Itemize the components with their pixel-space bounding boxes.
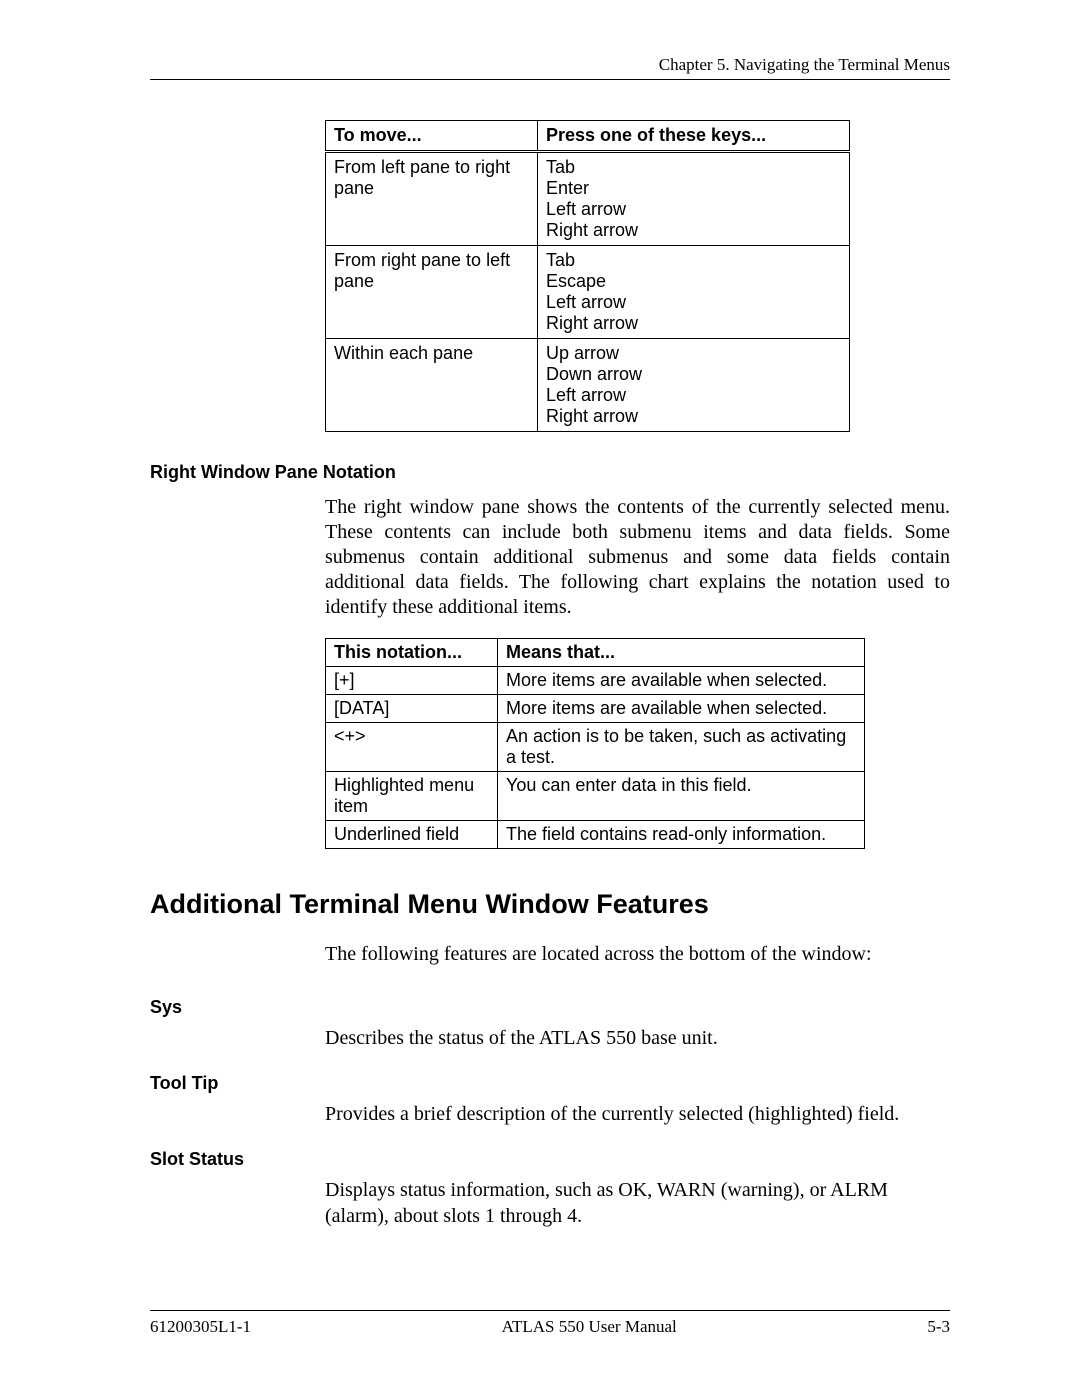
feature-item: Tool Tip Provides a brief description of…	[150, 1073, 950, 1127]
body-paragraph: The following features are located acros…	[325, 942, 950, 967]
footer-doc-number: 61200305L1-1	[150, 1317, 251, 1337]
feature-description: Describes the status of the ATLAS 550 ba…	[325, 997, 718, 1051]
table-cell: More items are available when selected.	[498, 667, 865, 695]
section-heading: Additional Terminal Menu Window Features	[150, 889, 950, 920]
feature-label: Tool Tip	[150, 1073, 325, 1127]
table-cell: Highlighted menu item	[326, 772, 498, 821]
table-cell: An action is to be taken, such as activa…	[498, 723, 865, 772]
feature-description: Provides a brief description of the curr…	[325, 1073, 899, 1127]
chapter-title: Chapter 5. Navigating the Terminal Menus	[659, 55, 950, 74]
document-page: Chapter 5. Navigating the Terminal Menus…	[0, 0, 1080, 1397]
table-cell: Within each pane	[326, 339, 538, 432]
footer-page-number: 5-3	[927, 1317, 950, 1337]
feature-label: Slot Status	[150, 1149, 325, 1229]
table-cell: More items are available when selected.	[498, 695, 865, 723]
table-cell: From right pane to left pane	[326, 246, 538, 339]
feature-item: Sys Describes the status of the ATLAS 55…	[150, 997, 950, 1051]
page-footer: 61200305L1-1 ATLAS 550 User Manual 5-3	[150, 1310, 950, 1337]
notation-table: This notation... Means that... [+] More …	[325, 638, 865, 849]
table-cell: <+>	[326, 723, 498, 772]
table-cell: You can enter data in this field.	[498, 772, 865, 821]
table-cell: [DATA]	[326, 695, 498, 723]
table-header: This notation...	[326, 639, 498, 667]
table-cell: Underlined field	[326, 821, 498, 849]
page-content: To move... Press one of these keys... Fr…	[150, 120, 950, 1229]
table-cell: [+]	[326, 667, 498, 695]
table-header: Press one of these keys...	[538, 121, 850, 152]
footer-manual-title: ATLAS 550 User Manual	[502, 1317, 677, 1337]
feature-label: Sys	[150, 997, 325, 1051]
table-cell: From left pane to right pane	[326, 152, 538, 246]
page-header: Chapter 5. Navigating the Terminal Menus	[150, 55, 950, 80]
table-header: Means that...	[498, 639, 865, 667]
table-header: To move...	[326, 121, 538, 152]
table-cell: Tab Enter Left arrow Right arrow	[538, 152, 850, 246]
navigation-keys-table: To move... Press one of these keys... Fr…	[325, 120, 850, 432]
feature-description: Displays status information, such as OK,…	[325, 1149, 950, 1229]
table-cell: Tab Escape Left arrow Right arrow	[538, 246, 850, 339]
body-paragraph: The right window pane shows the contents…	[325, 495, 950, 620]
table-cell: Up arrow Down arrow Left arrow Right arr…	[538, 339, 850, 432]
subsection-heading: Right Window Pane Notation	[150, 462, 950, 483]
table-cell: The field contains read-only information…	[498, 821, 865, 849]
feature-item: Slot Status Displays status information,…	[150, 1149, 950, 1229]
